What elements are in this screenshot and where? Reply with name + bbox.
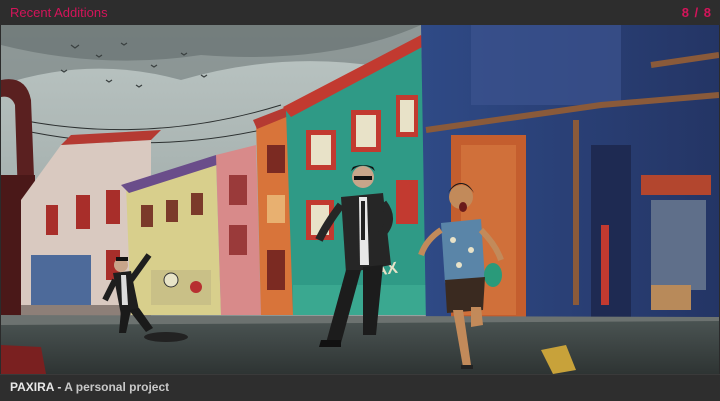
street-illustration: PAX [1, 25, 719, 374]
caption-title: PAXIRA [10, 380, 55, 394]
caption-line: PAXIRA - A personal project [10, 380, 169, 394]
caption-separator: - [54, 380, 65, 394]
slide-caption: PAXIRA - A personal project [0, 374, 720, 401]
slide-counter: 8 / 8 [681, 5, 712, 20]
widget-header: Recent Additions 8 / 8 [0, 0, 720, 25]
caption-subtitle: A personal project [64, 380, 170, 394]
recent-additions-widget: Recent Additions 8 / 8 PAXIRA - A person… [0, 0, 720, 401]
widget-title: Recent Additions [10, 5, 108, 20]
slide-image[interactable]: PAX [1, 25, 719, 374]
